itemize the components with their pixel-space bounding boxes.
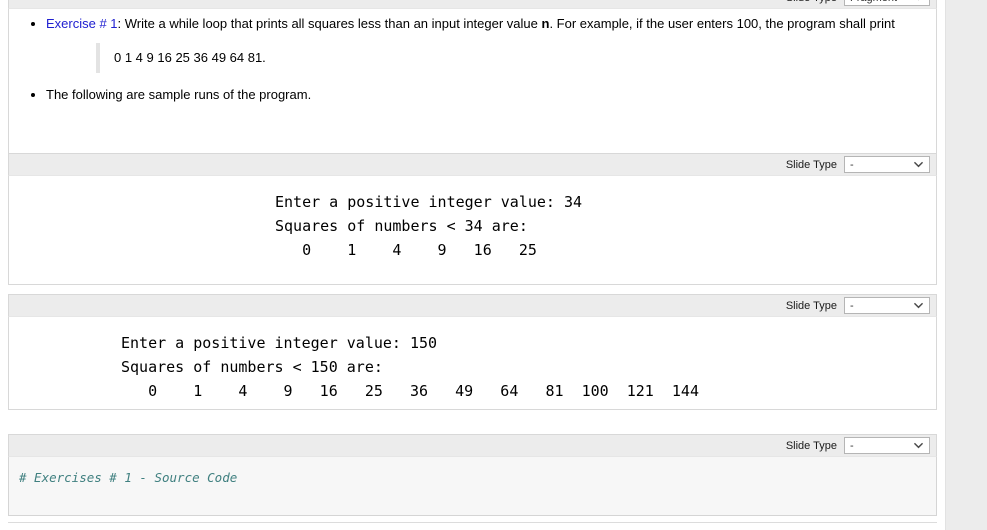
page-bottom-divider: [8, 522, 937, 523]
cell-toolbar: Slide Type Fragment: [8, 0, 937, 8]
slide-type-value-1: Fragment: [850, 0, 897, 4]
output-cell-body: Enter a positive integer value: 150 Squa…: [8, 316, 937, 410]
chevron-down-icon: [914, 301, 923, 310]
notebook-cell-code[interactable]: Slide Type - # Exercises # 1 - Source Co…: [8, 434, 937, 516]
slide-type-label: Slide Type: [785, 439, 837, 452]
markdown-cell-body[interactable]: Exercise # 1: Write a while loop that pr…: [8, 8, 937, 158]
markdown-bullet-list: Exercise # 1: Write a while loop that pr…: [21, 15, 924, 103]
bullet-1-text-before-bold: : Write a while loop that prints all squ…: [117, 16, 542, 31]
code-source-line[interactable]: # Exercises # 1 - Source Code: [9, 457, 936, 498]
list-item: Exercise # 1: Write a while loop that pr…: [46, 15, 924, 73]
chevron-down-icon: [914, 441, 923, 450]
program-output-text-1: Enter a positive integer value: 34 Squar…: [275, 193, 583, 259]
cell-toolbar: Slide Type -: [8, 153, 937, 175]
notebook-cell-output-2[interactable]: Slide Type - Enter a positive integer va…: [8, 294, 937, 410]
chevron-down-icon: [914, 0, 923, 2]
slide-type-value-4: -: [850, 439, 854, 452]
page-right-margin: [938, 0, 946, 530]
notebook-cell-output-1[interactable]: Slide Type - Enter a positive integer va…: [8, 153, 937, 285]
sample-output-blockquote: 0 1 4 9 16 25 36 49 64 81.: [96, 43, 924, 73]
notebook-page: Slide Type Fragment Exercise # 1: Write …: [0, 0, 987, 530]
page-outer-background: [945, 0, 987, 530]
code-comment-token: # Exercises # 1 - Source Code: [19, 470, 238, 485]
slide-type-select-4[interactable]: -: [844, 437, 930, 454]
slide-type-label: Slide Type: [785, 158, 837, 171]
notebook-cell-markdown[interactable]: Slide Type Fragment Exercise # 1: Write …: [8, 0, 937, 158]
slide-type-value-2: -: [850, 158, 854, 171]
code-editor-area[interactable]: # Exercises # 1 - Source Code: [8, 456, 937, 516]
slide-type-select-1[interactable]: Fragment: [844, 0, 930, 6]
cell-toolbar: Slide Type -: [8, 434, 937, 456]
chevron-down-icon: [914, 160, 923, 169]
slide-type-label: Slide Type: [786, 0, 837, 4]
program-output-text-2: Enter a positive integer value: 150 Squa…: [121, 334, 699, 400]
slide-type-label: Slide Type: [785, 299, 837, 312]
cell-toolbar: Slide Type -: [8, 294, 937, 316]
output-cell-body: Enter a positive integer value: 34 Squar…: [8, 175, 937, 285]
bullet-1-text-after-bold: . For example, if the user enters 100, t…: [549, 16, 895, 31]
exercise-link[interactable]: Exercise # 1: [46, 16, 118, 31]
slide-type-value-3: -: [850, 299, 854, 312]
slide-type-select-3[interactable]: -: [844, 297, 930, 314]
slide-type-select-2[interactable]: -: [844, 156, 930, 173]
notebook-container: Slide Type Fragment Exercise # 1: Write …: [0, 0, 937, 530]
list-item: The following are sample runs of the pro…: [46, 86, 924, 103]
